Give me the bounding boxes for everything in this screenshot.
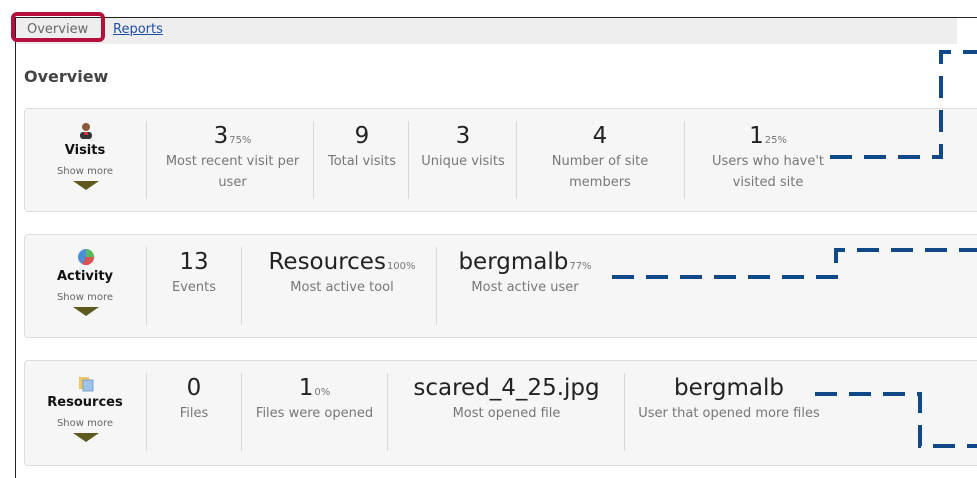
callout-connectors xyxy=(612,50,977,448)
visits-callout-line xyxy=(830,50,977,159)
resources-callout-line xyxy=(815,392,977,448)
activity-callout-line xyxy=(612,248,977,279)
